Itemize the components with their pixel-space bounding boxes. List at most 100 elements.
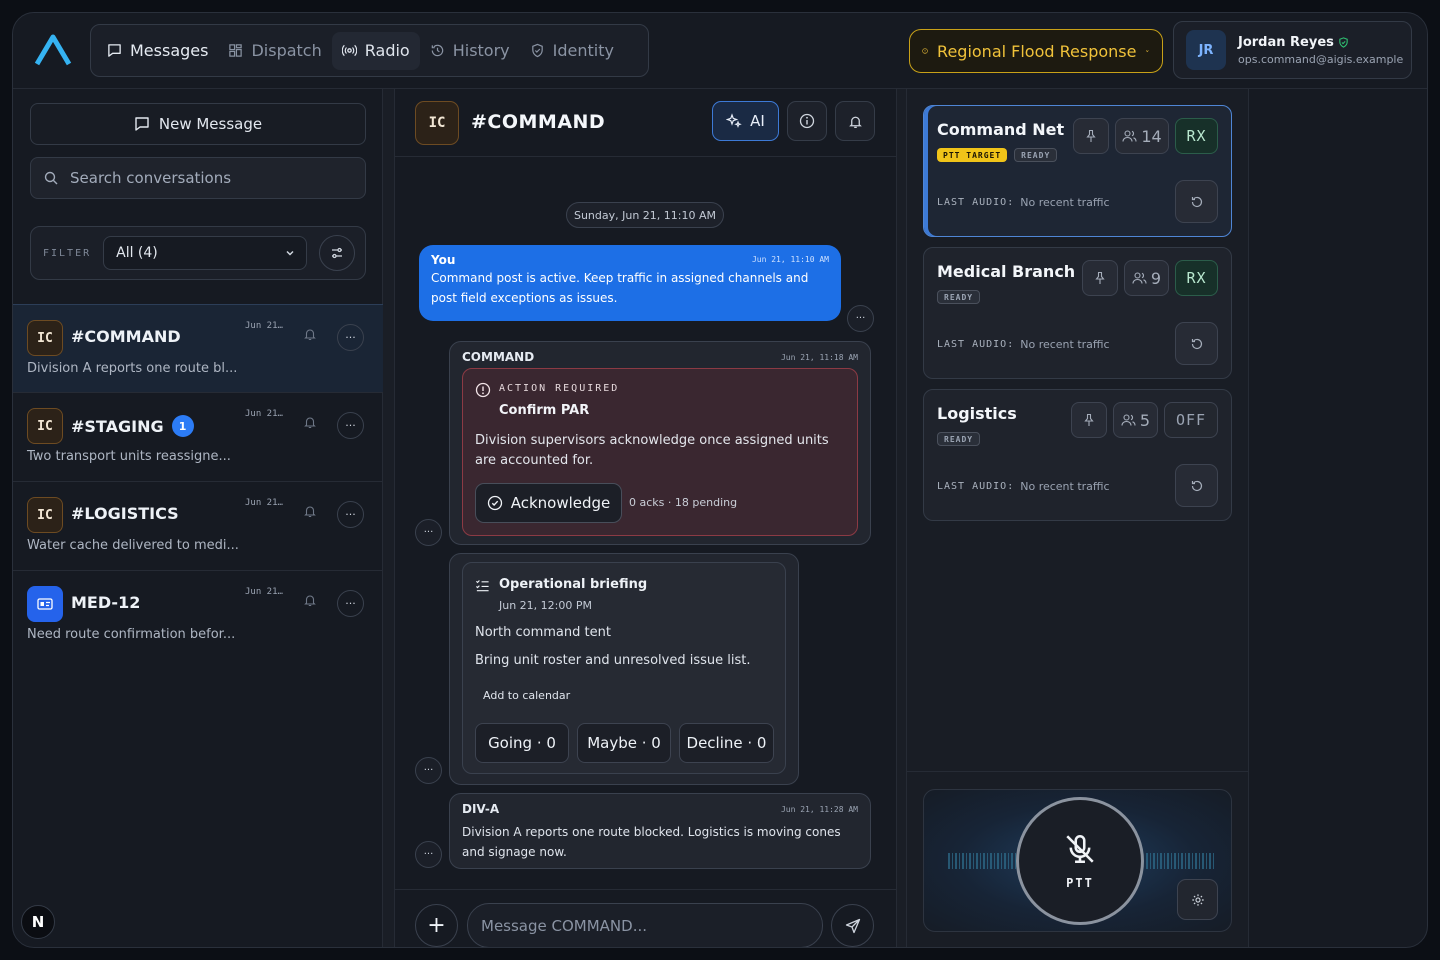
pin-button[interactable] bbox=[1071, 402, 1107, 438]
action-title: Confirm PAR bbox=[499, 403, 590, 418]
rx-toggle[interactable]: RX bbox=[1175, 260, 1218, 296]
users-icon bbox=[1132, 272, 1147, 284]
more-button[interactable]: ··· bbox=[337, 590, 364, 617]
message-square-icon bbox=[108, 44, 121, 57]
last-audio-label: LAST AUDIO: bbox=[937, 197, 1015, 208]
page-title: #COMMAND bbox=[471, 111, 606, 133]
message-more-button[interactable]: ··· bbox=[415, 519, 442, 546]
more-button[interactable]: ··· bbox=[337, 324, 364, 351]
alert-circle-icon bbox=[922, 48, 928, 54]
message-more-button[interactable]: ··· bbox=[847, 305, 874, 332]
app-logo[interactable] bbox=[33, 33, 73, 67]
rx-toggle[interactable]: OFF bbox=[1164, 402, 1218, 438]
list-item[interactable]: MED-12 Jun 21… ··· Need route confirmati… bbox=[13, 571, 383, 660]
message-input[interactable]: Message COMMAND... bbox=[467, 903, 823, 947]
members-button[interactable]: 5 bbox=[1113, 402, 1158, 438]
tab-dispatch[interactable]: Dispatch bbox=[218, 32, 331, 70]
add-to-calendar-link[interactable]: Add to calendar bbox=[483, 689, 570, 702]
bell-icon[interactable] bbox=[303, 593, 317, 607]
conversation-time: Jun 21… bbox=[245, 321, 283, 331]
channel-badge: IC bbox=[27, 408, 63, 444]
conversation-name: #STAGING 1 bbox=[71, 415, 194, 437]
resize-handle[interactable] bbox=[897, 89, 907, 947]
filter-bar: FILTER All (4) bbox=[30, 226, 366, 280]
sliders-icon bbox=[332, 247, 343, 259]
briefing-message: Operational briefing Jun 21, 12:00 PM No… bbox=[449, 553, 799, 785]
channel-card-medical-branch[interactable]: Medical Branch READY 9 RX LAST AUDIO: No … bbox=[923, 247, 1232, 379]
members-button[interactable]: 9 bbox=[1124, 260, 1169, 296]
tab-radio[interactable]: Radio bbox=[331, 31, 420, 70]
tab-history[interactable]: History bbox=[420, 32, 520, 70]
channel-card-command-net[interactable]: Command Net PTT TARGET READY 14 RX LAST … bbox=[923, 105, 1232, 237]
ptt-settings-button[interactable] bbox=[1177, 879, 1218, 920]
corner-badge[interactable]: N bbox=[21, 905, 55, 939]
conversation-title: #STAGING bbox=[71, 416, 164, 436]
ack-status: 0 acks · 18 pending bbox=[629, 496, 738, 509]
incident-selector[interactable]: Regional Flood Response bbox=[909, 29, 1163, 73]
tab-label: Identity bbox=[552, 41, 614, 60]
rotate-ccw-icon bbox=[1191, 480, 1202, 491]
conversation-title: MED-12 bbox=[71, 593, 141, 612]
rsvp-decline-button[interactable]: Decline · 0 bbox=[679, 723, 774, 763]
info-button[interactable] bbox=[787, 101, 827, 141]
acknowledge-button[interactable]: Acknowledge bbox=[475, 483, 622, 523]
date-divider: Sunday, Jun 21, 11:10 AM bbox=[566, 202, 724, 228]
main-nav: Messages Dispatch Radio History Identity bbox=[90, 24, 649, 77]
conversation-name: #COMMAND bbox=[71, 327, 181, 346]
mic-off-icon bbox=[1066, 834, 1094, 864]
list-item[interactable]: IC #LOGISTICS Jun 21… ··· Water cache de… bbox=[13, 482, 383, 571]
ai-button[interactable]: AI bbox=[712, 101, 779, 141]
more-button[interactable]: ··· bbox=[337, 412, 364, 439]
bell-icon[interactable] bbox=[303, 504, 317, 518]
notifications-button[interactable] bbox=[835, 101, 875, 141]
message-more-button[interactable]: ··· bbox=[415, 757, 442, 784]
list-item[interactable]: IC #STAGING 1 Jun 21… ··· Two transport u… bbox=[13, 393, 383, 482]
division-message: DIV-A Jun 21, 11:28 AM Division A report… bbox=[449, 793, 871, 869]
sparkles-icon bbox=[726, 113, 742, 128]
new-message-button[interactable]: New Message bbox=[30, 103, 366, 145]
filter-options-button[interactable] bbox=[319, 235, 356, 271]
search-input[interactable]: Search conversations bbox=[30, 157, 366, 199]
user-profile[interactable]: JR Jordan Reyes ops.command@aigis.exampl… bbox=[1173, 21, 1412, 79]
more-button[interactable]: ··· bbox=[337, 501, 364, 528]
rsvp-going-button[interactable]: Going · 0 bbox=[475, 723, 569, 763]
audio-waveform-right bbox=[1146, 852, 1214, 870]
pin-button[interactable] bbox=[1082, 260, 1118, 296]
pin-button[interactable] bbox=[1073, 118, 1109, 154]
replay-button[interactable] bbox=[1175, 180, 1218, 223]
channel-name: Medical Branch bbox=[937, 262, 1076, 281]
bell-icon[interactable] bbox=[303, 415, 317, 429]
chat-header: IC #COMMAND AI bbox=[395, 89, 896, 157]
tab-messages[interactable]: Messages bbox=[97, 32, 218, 70]
conversation-time: Jun 21… bbox=[245, 409, 283, 419]
message-more-button[interactable]: ··· bbox=[415, 841, 442, 868]
status-badge: READY bbox=[1014, 148, 1058, 162]
channel-card-logistics[interactable]: Logistics READY 5 OFF LAST AUDIO: No rece… bbox=[923, 389, 1232, 521]
resize-handle[interactable] bbox=[383, 89, 395, 947]
push-to-talk-button[interactable]: PTT bbox=[1016, 797, 1144, 925]
history-icon bbox=[431, 44, 443, 57]
bell-icon[interactable] bbox=[303, 327, 317, 341]
filter-select[interactable]: All (4) bbox=[103, 236, 308, 270]
user-name: Jordan Reyes bbox=[1238, 34, 1334, 50]
replay-button[interactable] bbox=[1175, 322, 1218, 365]
replay-button[interactable] bbox=[1175, 464, 1218, 507]
send-button[interactable] bbox=[831, 904, 874, 947]
bell-icon bbox=[848, 116, 862, 128]
rx-toggle[interactable]: RX bbox=[1175, 118, 1218, 154]
avatar: JR bbox=[1186, 30, 1226, 70]
member-count: 14 bbox=[1141, 126, 1162, 146]
members-button[interactable]: 14 bbox=[1115, 118, 1169, 154]
rotate-ccw-icon bbox=[1191, 338, 1202, 349]
list-item[interactable]: IC #COMMAND Jun 21… ··· Division A repor… bbox=[13, 304, 383, 393]
tab-identity[interactable]: Identity bbox=[520, 32, 624, 70]
rsvp-maybe-button[interactable]: Maybe · 0 bbox=[577, 723, 671, 763]
chevron-down-icon bbox=[1146, 50, 1150, 52]
conversation-name: MED-12 bbox=[71, 593, 140, 612]
message-sender: COMMAND bbox=[462, 350, 535, 364]
action-body: Division supervisors acknowledge once as… bbox=[475, 433, 829, 468]
acknowledge-label: Acknowledge bbox=[510, 494, 611, 512]
attach-button[interactable]: + bbox=[415, 904, 458, 947]
info-icon bbox=[799, 113, 815, 129]
last-audio-value: No recent traffic bbox=[1020, 480, 1110, 493]
